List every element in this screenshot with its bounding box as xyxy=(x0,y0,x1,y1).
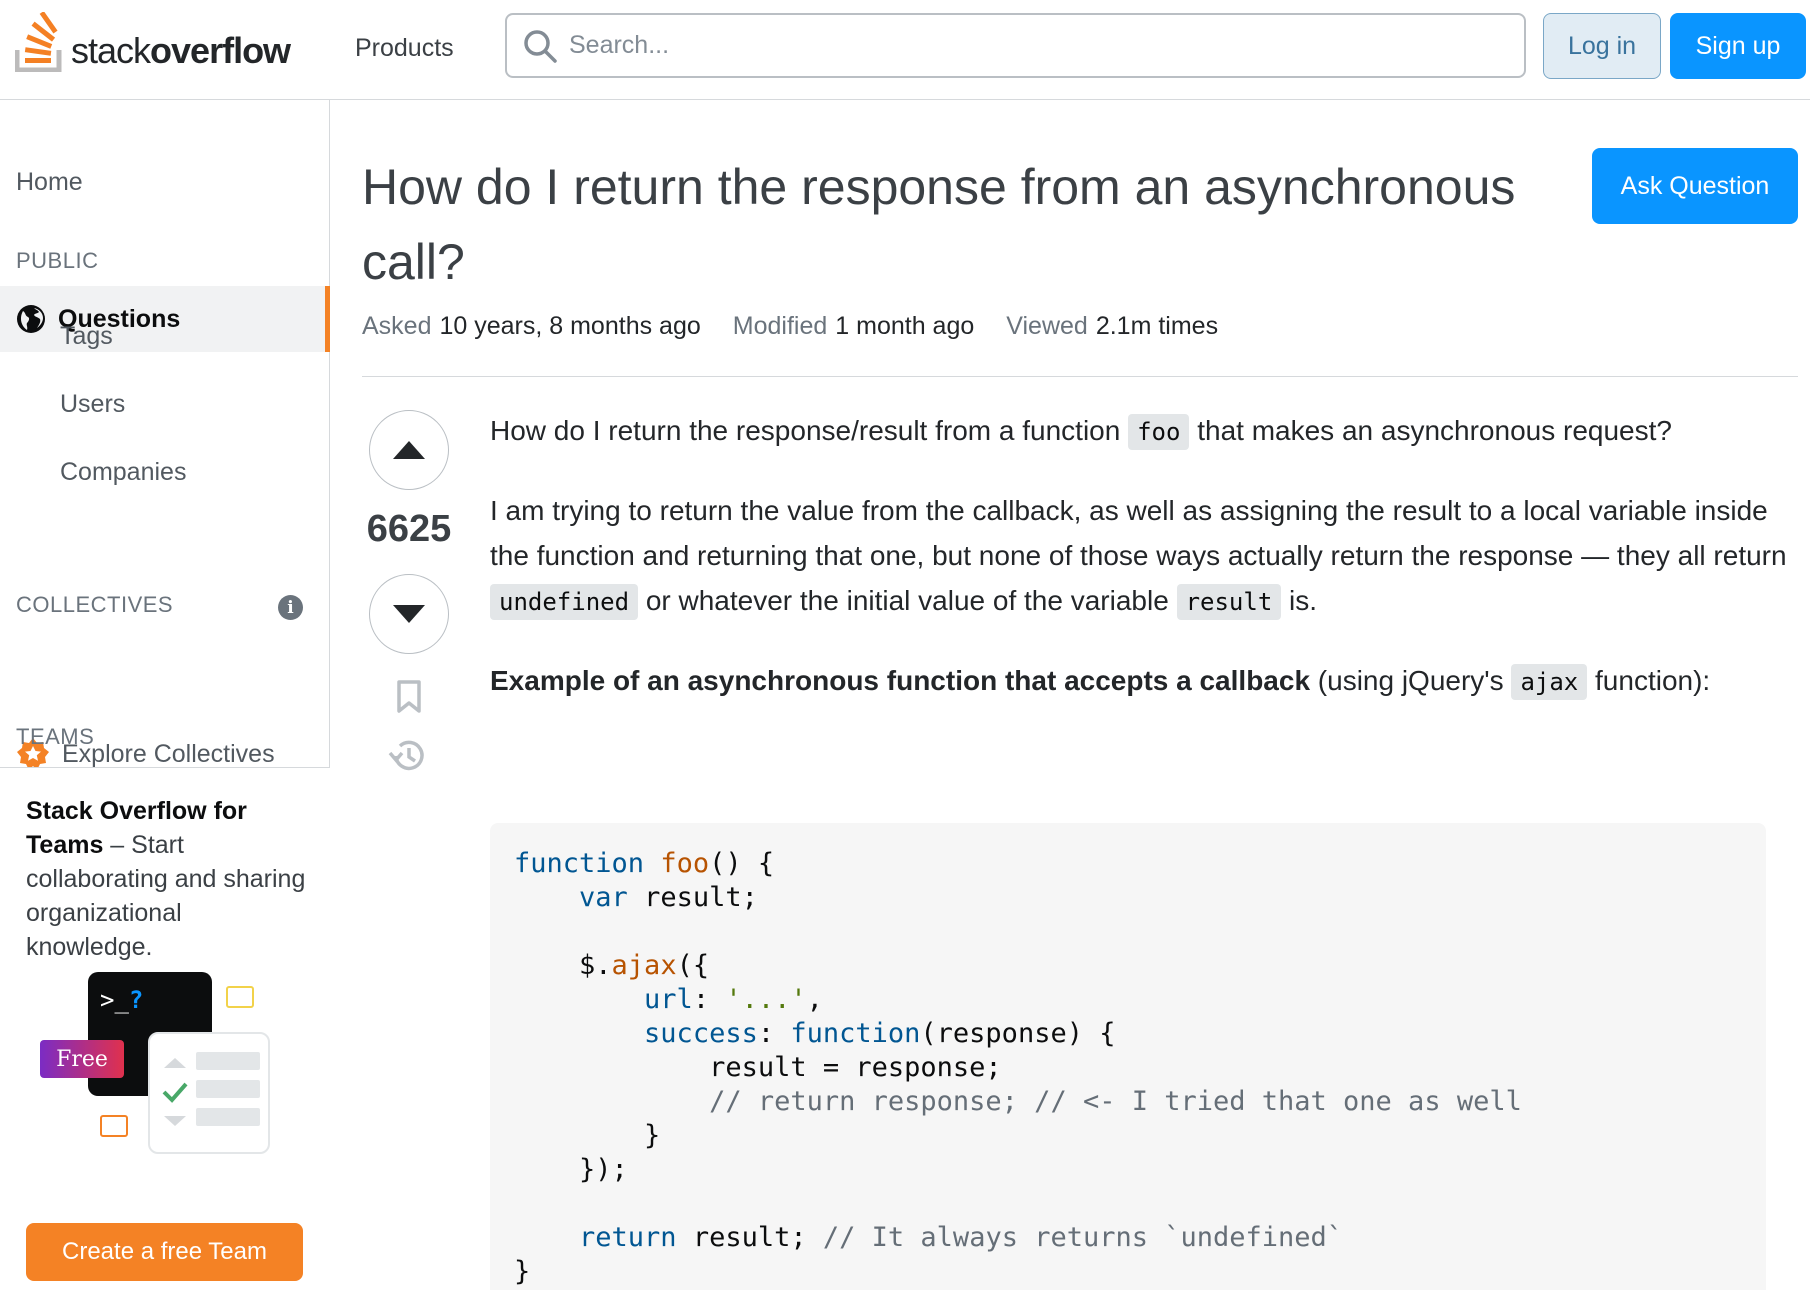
code-block[interactable]: function foo() { var result; $.ajax({ ur… xyxy=(490,823,1766,1290)
modified-info[interactable]: Modified 1 month ago xyxy=(733,312,975,341)
inline-code: result xyxy=(1176,584,1282,620)
question-title[interactable]: How do I return the response from an asy… xyxy=(362,150,1562,300)
body-paragraph: How do I return the response/result from… xyxy=(490,408,1790,455)
inline-code: ajax xyxy=(1511,664,1588,700)
create-free-team-button[interactable]: Create a free Team xyxy=(26,1223,303,1281)
search-input[interactable] xyxy=(569,31,1469,60)
info-icon[interactable]: i xyxy=(278,595,303,620)
logo-wordmark: stackoverflow xyxy=(71,30,291,71)
ask-question-button[interactable]: Ask Question xyxy=(1592,148,1798,224)
search-bar[interactable] xyxy=(505,13,1526,78)
checklist-icon xyxy=(162,1058,188,1126)
stackoverflow-logo[interactable]: stackoverflow xyxy=(15,12,291,72)
sidebar-item-questions[interactable]: Questions xyxy=(0,286,330,352)
question-meta: Asked 10 years, 8 months ago Modified 1 mo… xyxy=(362,312,1250,341)
sidebar-heading-teams: TEAMS xyxy=(16,724,95,749)
sidebar-heading-public: PUBLIC xyxy=(16,248,99,273)
sidebar-item-users[interactable]: Users xyxy=(60,390,125,419)
signup-button[interactable]: Sign up xyxy=(1670,13,1806,79)
body-paragraph: I am trying to return the value from the… xyxy=(490,488,1790,625)
stackoverflow-logo-icon xyxy=(15,12,62,72)
inline-code: undefined xyxy=(490,584,639,620)
divider xyxy=(362,376,1798,377)
teams-promo-text: Stack Overflow for Teams – Start collabo… xyxy=(26,797,306,961)
body-paragraph: Example of an asynchronous function that… xyxy=(490,658,1790,705)
search-icon xyxy=(524,29,557,63)
chat-bubble-icon xyxy=(100,1115,128,1137)
checklist-card-illustration xyxy=(148,1032,270,1154)
downvote-arrow-icon xyxy=(393,605,425,623)
upvote-button[interactable] xyxy=(369,410,449,490)
bookmark-icon[interactable] xyxy=(396,680,422,714)
free-badge: Free xyxy=(40,1040,124,1078)
products-link[interactable]: Products xyxy=(345,30,464,67)
login-button[interactable]: Log in xyxy=(1543,13,1661,79)
history-icon[interactable] xyxy=(388,738,428,774)
downvote-button[interactable] xyxy=(369,574,449,654)
teams-illustration: >_? Free xyxy=(36,968,286,1158)
upvote-arrow-icon xyxy=(393,441,425,459)
sidebar-item-home[interactable]: Home xyxy=(16,168,83,197)
asked-info: Asked 10 years, 8 months ago xyxy=(362,312,701,340)
inline-code: foo xyxy=(1128,414,1190,450)
teams-promo: Stack Overflow for Teams – Start collabo… xyxy=(0,767,330,1290)
globe-icon xyxy=(17,305,45,333)
viewed-info: Viewed 2.1m times xyxy=(1006,312,1219,340)
chat-bubble-icon xyxy=(226,986,254,1008)
vote-count: 6625 xyxy=(366,508,452,550)
sidebar-item-companies[interactable]: Companies xyxy=(60,458,186,487)
top-bar: stackoverflow Products Log in Sign up xyxy=(0,0,1810,100)
sidebar-item-tags[interactable]: Tags xyxy=(60,322,113,351)
sidebar-heading-collectives: COLLECTIVES xyxy=(16,592,174,617)
question-body: How do I return the response/result from… xyxy=(490,408,1790,738)
